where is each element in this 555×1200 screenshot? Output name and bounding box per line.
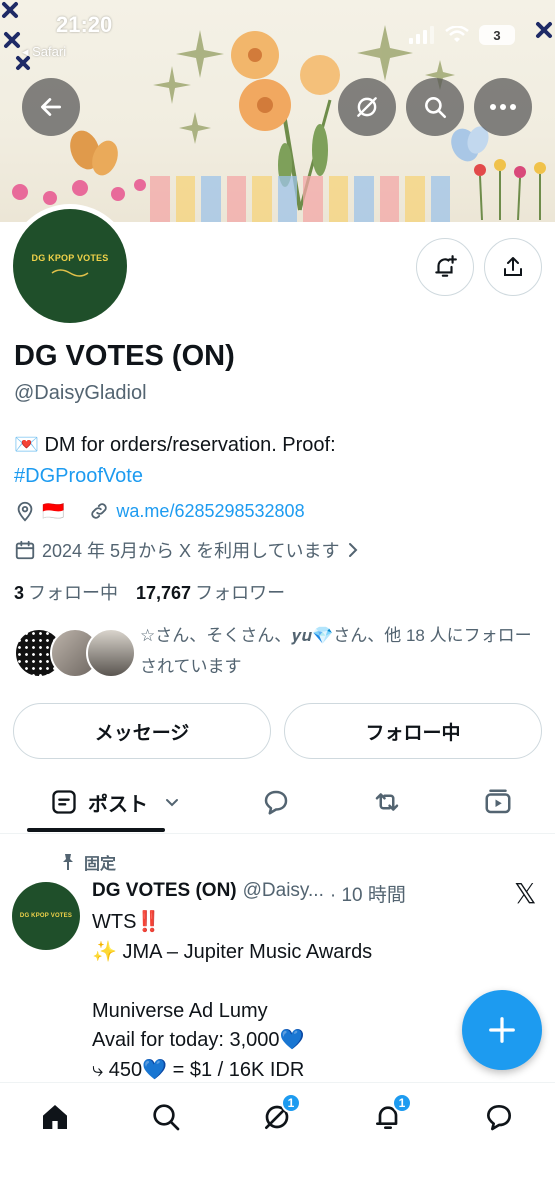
back-button[interactable] xyxy=(22,78,80,136)
cellular-signal-icon xyxy=(409,26,434,44)
notifications-badge: 1 xyxy=(392,1093,412,1113)
more-button[interactable] xyxy=(474,78,532,136)
grok-button[interactable] xyxy=(338,78,396,136)
repost-icon xyxy=(375,793,399,811)
profile-tabs: ポスト xyxy=(0,772,555,834)
followed-by-avatars[interactable] xyxy=(14,628,136,678)
profile-meta-location-website: 🇮🇩 wa.me/6285298532808 xyxy=(14,500,305,522)
search-icon xyxy=(153,1104,180,1131)
tweet-header: DG VOTES (ON) @Daisy... · 10 時間 xyxy=(92,880,406,907)
tweet-author-name[interactable]: DG VOTES (ON) xyxy=(92,880,237,907)
location-flag: 🇮🇩 xyxy=(42,500,65,521)
status-time: 21:20 xyxy=(56,12,113,37)
status-bar: 21:20 ◂ Safari 3 xyxy=(0,0,555,64)
tab-posts-label: ポスト xyxy=(88,793,148,816)
tab-posts[interactable]: ポスト xyxy=(40,772,190,832)
tweet-author-avatar[interactable]: DG KPOP VOTES xyxy=(12,882,80,950)
profile-avatar[interactable]: DG KPOP VOTES xyxy=(8,204,132,328)
followers-count: 17,767 xyxy=(136,583,192,603)
search-button[interactable] xyxy=(406,78,464,136)
location-pin-icon xyxy=(17,501,33,522)
profile-banner[interactable]: 21:20 ◂ Safari 3 xyxy=(0,0,555,222)
share-icon xyxy=(504,257,522,276)
system-icons: 3 xyxy=(409,25,515,45)
wifi-icon xyxy=(445,26,469,42)
tweet-time[interactable]: · 10 時間 xyxy=(330,880,406,907)
nav-grok[interactable]: 1 xyxy=(247,1093,307,1137)
tweet-text: WTS‼️ ✨ JMA – Jupiter Music Awards Muniv… xyxy=(92,911,373,1081)
notify-subscribe-button[interactable] xyxy=(416,238,474,296)
pinned-indicator: 固定 xyxy=(60,850,116,874)
tab-replies[interactable] xyxy=(246,772,306,832)
battery-indicator: 3 xyxy=(479,25,515,45)
nav-home[interactable] xyxy=(25,1097,85,1137)
profile-bio: 💌 DM for orders/reservation. Proof: #DGP… xyxy=(14,430,534,492)
bell-plus-icon xyxy=(435,255,457,277)
nav-messages[interactable] xyxy=(469,1097,529,1137)
video-icon xyxy=(485,789,511,814)
calendar-icon xyxy=(15,540,35,560)
plus-icon xyxy=(489,1017,515,1043)
pin-icon xyxy=(63,854,73,870)
nav-explore[interactable] xyxy=(136,1097,196,1137)
joined-date-row[interactable]: 2024 年 5月から X を利用しています xyxy=(14,537,360,563)
nav-notifications[interactable]: 1 xyxy=(358,1093,418,1137)
link-icon xyxy=(91,503,108,519)
grok-badge: 1 xyxy=(281,1093,301,1113)
chat-bubble-icon xyxy=(487,1105,511,1131)
reply-bubble-icon xyxy=(264,790,288,815)
active-tab-indicator xyxy=(27,828,165,832)
avatar xyxy=(86,628,136,678)
posts-icon xyxy=(52,790,76,814)
followers-stat[interactable]: 17,767 フォロワー xyxy=(136,579,285,605)
back-to-safari[interactable]: ◂ Safari xyxy=(22,44,66,60)
following-button[interactable]: フォロー中 xyxy=(284,703,542,759)
search-icon xyxy=(425,97,447,119)
display-name: DG VOTES (ON) xyxy=(14,340,235,372)
following-label: フォロー中 xyxy=(28,583,119,603)
bio-hashtag-link[interactable]: #DGProofVote xyxy=(14,465,143,487)
compose-post-button[interactable] xyxy=(462,990,542,1070)
website-link[interactable]: wa.me/6285298532808 xyxy=(116,501,304,522)
tweet-avatar-text: DG KPOP VOTES xyxy=(19,913,73,919)
more-dots-icon xyxy=(490,104,516,110)
x-logo-icon: 𝕏 xyxy=(514,878,537,909)
arrow-left-icon xyxy=(40,98,62,116)
avatar-logo-text: DG KPOP VOTES xyxy=(31,253,109,263)
joined-date: 2024 年 5月から X を利用しています xyxy=(42,541,340,561)
tweet-author-handle[interactable]: @Daisy... xyxy=(243,880,324,907)
bottom-navigation: 1 1 xyxy=(0,1082,555,1200)
pinned-label: 固定 xyxy=(84,856,117,873)
avatar-logo: DG KPOP VOTES xyxy=(13,209,127,323)
share-button[interactable] xyxy=(484,238,542,296)
follow-stats: 3 フォロー中 17,767 フォロワー xyxy=(14,579,285,605)
grok-icon xyxy=(357,97,377,117)
followers-label: フォロワー xyxy=(195,583,286,603)
chevron-down-icon xyxy=(166,799,178,807)
tab-reposts[interactable] xyxy=(357,772,417,832)
user-handle: @DaisyGladiol xyxy=(14,382,147,404)
banner-stripes xyxy=(150,176,450,222)
followed-by-text[interactable]: ☆さん、そくさん、𝒚𝒖💎さん、他 18 人にフォローされています xyxy=(140,620,540,682)
following-stat[interactable]: 3 フォロー中 xyxy=(14,579,118,605)
chevron-right-icon xyxy=(348,543,357,557)
avatar-deco-icon xyxy=(51,269,89,277)
bio-text: 💌 DM for orders/reservation. Proof: xyxy=(14,434,336,456)
message-button[interactable]: メッセージ xyxy=(13,703,271,759)
tab-media[interactable] xyxy=(468,772,528,832)
home-icon xyxy=(43,1105,67,1129)
following-count: 3 xyxy=(14,583,25,603)
